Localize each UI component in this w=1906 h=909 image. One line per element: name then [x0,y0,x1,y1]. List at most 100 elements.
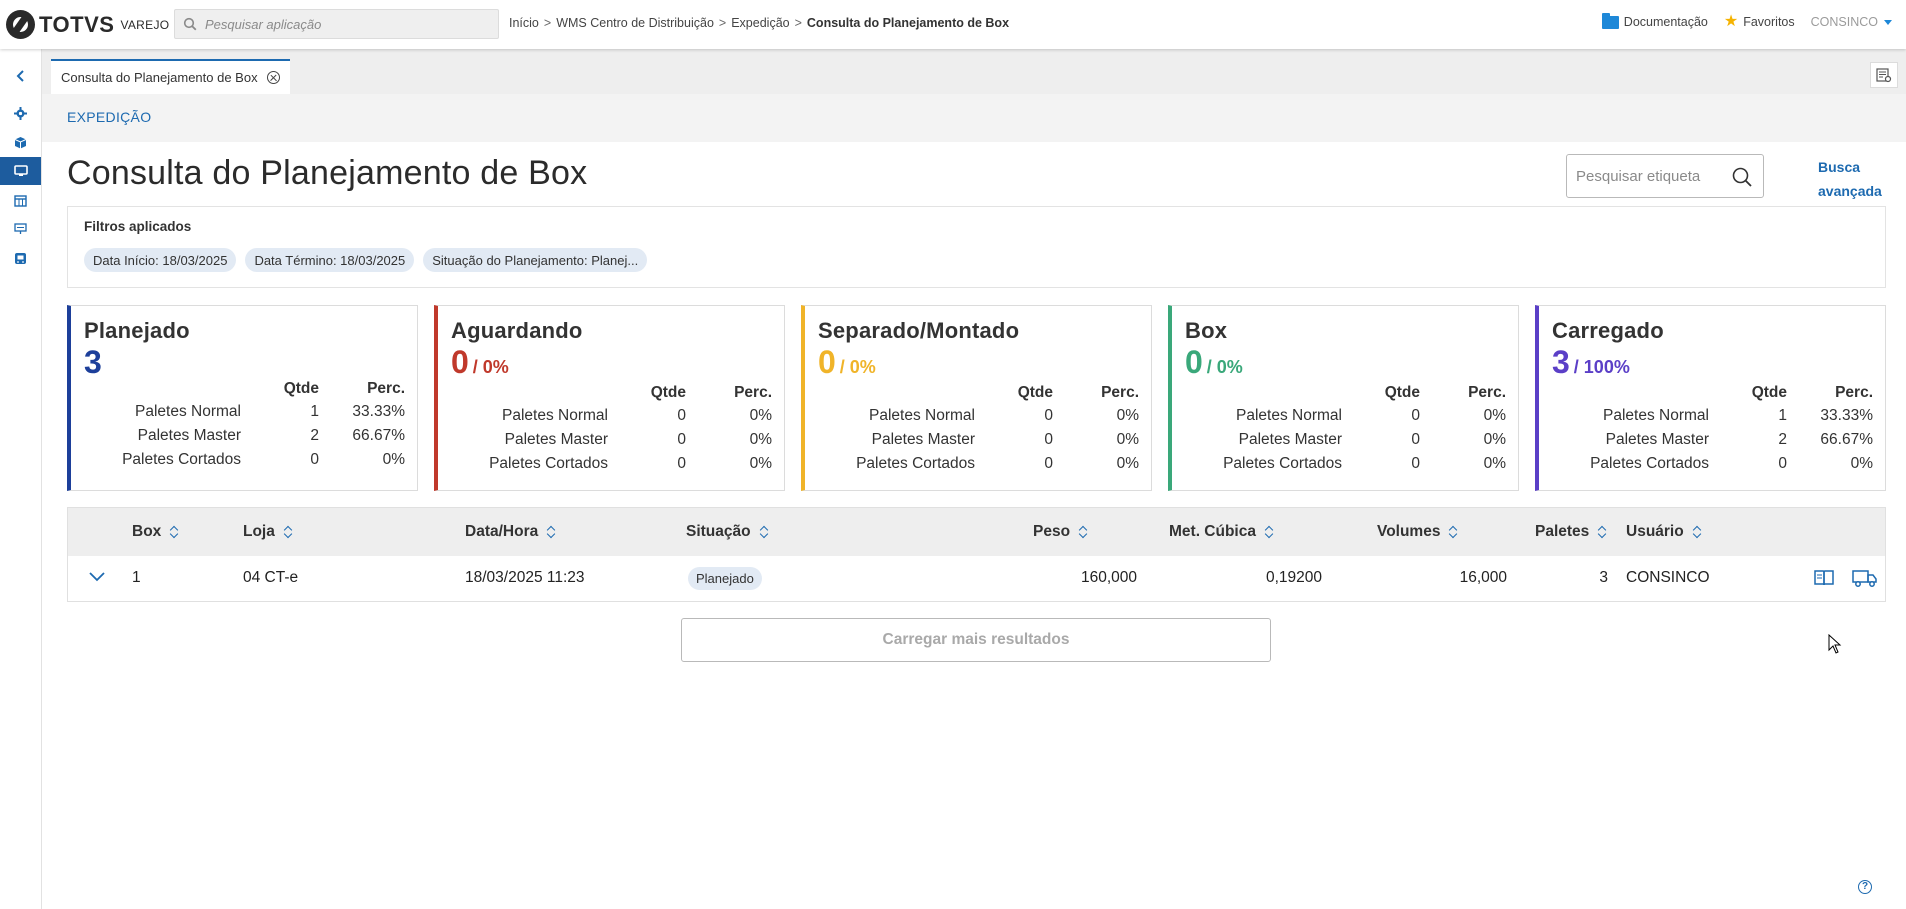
sort-icon[interactable] [169,525,179,539]
column-header-label: Loja [243,523,275,540]
tab-consulta-planejamento-box[interactable]: Consulta do Planejamento de Box [51,59,290,94]
sidebar-item-settings[interactable] [0,99,41,127]
book-icon[interactable] [1813,568,1835,588]
top-right-links: Documentação ★ Favoritos CONSINCO [1586,12,1892,30]
column-header-data-hora[interactable]: Data/Hora [465,523,556,541]
card-row-label: Paletes Master [137,427,241,444]
sort-icon[interactable] [1692,525,1702,539]
column-header-peso[interactable]: Peso [1033,523,1088,541]
sidebar-item-products[interactable] [0,128,41,156]
card-row-qty: 0 [1411,431,1420,448]
column-header-label: Data/Hora [465,523,539,540]
card-title: Carregado [1552,318,1664,343]
sidebar-item-calendar[interactable] [0,186,41,214]
box-icon [14,136,27,148]
card-row: Paletes Normal 0 0% [856,406,1139,430]
sort-icon[interactable] [1597,525,1607,539]
status-card: Box 0/ 0% Qtde Perc. Paletes Normal 0 0% Palete… [1168,305,1519,491]
tag-search-input[interactable] [1576,167,1726,185]
status-card: Separado/Montado 0/ 0% Qtde Perc. Paletes No… [801,305,1152,491]
card-row-pct: 33.33% [352,403,405,420]
cell-box: 1 [132,569,141,586]
tag-search-box[interactable] [1566,154,1764,198]
folder-icon [1601,12,1619,29]
monitor-icon [13,165,28,176]
cell-data-hora: 18/03/2025 11:23 [465,569,585,586]
chevron-left-icon [16,70,24,82]
sidebar-item-dashboard[interactable] [0,215,41,243]
card-row-pct: 33.33% [1820,407,1873,424]
page-settings-button[interactable] [1870,62,1898,88]
card-row-pct: 0% [749,407,772,424]
sort-icon[interactable] [283,525,293,539]
app-search-box[interactable] [174,9,499,39]
favorites-link[interactable]: ★ Favoritos [1724,14,1795,30]
cell-met-cubica: 0,19200 [1265,569,1322,586]
app-search-input[interactable] [205,16,485,32]
card-row-label: Paletes Cortados [122,451,241,468]
column-header-label: Box [132,523,162,540]
card-row: Paletes Cortados 0 0% [856,454,1139,478]
column-header-label: Paletes [1535,523,1590,540]
card-row-label: Paletes Master [1605,431,1709,448]
load-more-button[interactable]: Carregar mais resultados [681,618,1271,662]
cell-peso: 160,000 [1080,569,1137,586]
sort-icon[interactable] [759,525,769,539]
card-total-percent: / 100% [1573,357,1630,377]
card-header-empty [489,384,608,406]
user-menu[interactable]: CONSINCO [1811,15,1892,29]
documentation-link[interactable]: Documentação [1601,12,1708,29]
card-total: 0/ 0% [1185,346,1243,378]
sidebar-item-reports[interactable] [0,244,41,272]
card-row-pct: 0% [1483,431,1506,448]
card-breakdown-table: Qtde Perc. Paletes Normal 0 0% Paletes Master… [856,384,1139,478]
breadcrumb-home[interactable]: Início [509,16,539,30]
card-total: 0/ 0% [818,346,876,378]
column-header-situacao[interactable]: Situação [686,523,769,541]
sort-icon[interactable] [1448,525,1458,539]
column-header-usuario[interactable]: Usuário [1626,523,1702,541]
card-header-qty: Qtde [650,384,686,401]
breadcrumb-expedicao[interactable]: Expedição [731,16,789,30]
card-row-pct: 0% [382,451,405,468]
totvs-logo[interactable]: TOTVS VAREJO [6,10,169,39]
cell-paletes: 3 [1599,569,1608,586]
truck-icon[interactable] [1852,568,1878,588]
breadcrumb-current: Consulta do Planejamento de Box [806,16,1010,30]
search-icon[interactable] [1731,166,1753,188]
card-row-label: Paletes Master [504,431,608,448]
filter-chip-data-termino[interactable]: Data Término: 18/03/2025 [245,248,415,272]
column-header-loja[interactable]: Loja [243,523,293,541]
advanced-search-line-2: avançada [1818,183,1882,199]
card-total-value: 0 [451,344,469,380]
totvs-logo-icon [6,10,35,39]
sort-icon[interactable] [1264,525,1274,539]
collapse-sidebar-button[interactable] [0,62,41,90]
advanced-search-link[interactable]: Busca avançada [1818,155,1882,203]
column-header-met-cubica[interactable]: Met. Cúbica [1169,523,1274,541]
card-total-percent: / 0% [1206,357,1243,377]
column-header-paletes[interactable]: Paletes [1535,523,1607,541]
filter-chip-situacao[interactable]: Situação do Planejamento: Planej... [423,248,648,272]
help-icon[interactable]: ? [1858,880,1872,894]
section-title: EXPEDIÇÃO [67,109,152,125]
card-row-pct: 0% [1483,407,1506,424]
card-header-pct: Perc. [367,380,405,397]
card-row-qty: 0 [1778,455,1787,472]
sidebar-item-expedicao[interactable] [0,157,41,185]
sort-icon[interactable] [546,525,556,539]
document-settings-icon [1876,67,1892,82]
table-row[interactable]: 1 04 CT-e 18/03/2025 11:23 Planejado 160… [68,556,1885,601]
star-icon: ★ [1723,13,1739,30]
close-icon[interactable] [266,71,280,84]
card-header-empty [1223,384,1342,406]
card-row-qty: 0 [1044,431,1053,448]
card-row-qty: 0 [1411,407,1420,424]
column-header-volumes[interactable]: Volumes [1377,523,1458,541]
column-header-box[interactable]: Box [132,523,179,541]
card-row: Paletes Cortados 0 0% [1590,454,1873,478]
sort-icon[interactable] [1078,525,1088,539]
breadcrumb-wms[interactable]: WMS Centro de Distribuição [556,16,714,30]
chevron-down-icon[interactable] [88,570,106,582]
filter-chip-data-inicio[interactable]: Data Início: 18/03/2025 [84,248,237,272]
